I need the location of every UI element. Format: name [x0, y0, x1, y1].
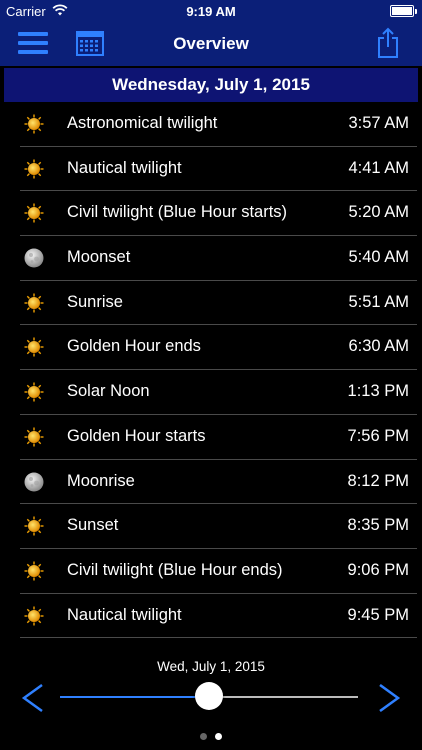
event-time: 9:06 PM — [347, 560, 409, 579]
list-item[interactable]: Civil twilight (Blue Hour starts) 5:20 AM — [20, 191, 417, 237]
sun-icon — [24, 561, 44, 581]
event-label: Astronomical twilight — [67, 114, 218, 132]
page-dot[interactable] — [215, 733, 222, 740]
date-slider-fill — [60, 696, 209, 698]
sun-icon — [24, 293, 44, 313]
chevron-left-icon[interactable] — [18, 681, 48, 715]
event-time: 8:35 PM — [347, 516, 409, 535]
page-indicator — [0, 727, 422, 745]
list-item[interactable]: Solar Noon 1:13 PM — [20, 370, 417, 415]
list-item[interactable]: Sunset 8:35 PM — [20, 504, 417, 549]
event-label: Civil twilight (Blue Hour starts) — [67, 203, 288, 222]
events-list: Astronomical twilight 3:57 AM Nautical twi… — [0, 102, 422, 639]
event-time: 1:13 PM — [347, 382, 409, 401]
sun-icon — [24, 606, 44, 626]
list-item[interactable]: Civil twilight (Blue Hour ends) 9:06 PM — [20, 549, 417, 594]
event-time: 5:51 AM — [348, 292, 409, 311]
battery-icon — [390, 5, 417, 17]
list-item[interactable]: Nautical twilight 9:45 PM — [20, 594, 417, 639]
event-time: 5:20 AM — [348, 203, 409, 222]
event-time: 4:41 AM — [348, 158, 409, 177]
page-title: Overview — [173, 34, 249, 53]
date-slider-thumb[interactable] — [195, 682, 223, 710]
list-item[interactable]: Golden Hour ends 6:30 AM — [20, 325, 417, 371]
sun-icon — [24, 337, 44, 357]
event-label: Nautical twilight — [67, 605, 182, 624]
status-bar: Carrier 9:19 AM — [0, 0, 422, 22]
event-label: Moonset — [67, 248, 131, 267]
event-label: Solar Noon — [67, 382, 150, 401]
sun-icon — [24, 159, 44, 179]
chevron-right-icon[interactable] — [374, 681, 404, 715]
moon-icon — [24, 248, 44, 268]
nav-bar: Overview — [0, 22, 422, 66]
date-header: Wednesday, July 1, 2015 — [4, 68, 418, 102]
list-item[interactable]: Sunrise 5:51 AM — [20, 281, 417, 326]
event-time: 8:12 PM — [347, 471, 409, 490]
event-label: Golden Hour ends — [67, 337, 201, 356]
list-item[interactable]: Astronomical twilight 3:57 AM — [20, 102, 417, 147]
event-label: Moonrise — [67, 471, 135, 490]
page-dot[interactable] — [200, 733, 207, 740]
list-item[interactable]: Moonset 5:40 AM — [20, 236, 417, 281]
event-time: 9:45 PM — [347, 605, 409, 624]
sun-icon — [24, 203, 44, 223]
sun-icon — [24, 382, 44, 402]
sun-icon — [24, 114, 44, 134]
sun-icon — [24, 427, 44, 447]
list-item[interactable]: Nautical twilight 4:41 AM — [20, 147, 417, 192]
event-label: Civil twilight (Blue Hour ends) — [67, 560, 283, 579]
status-time: 9:19 AM — [186, 4, 236, 19]
event-label: Nautical twilight — [67, 158, 182, 177]
slider-date-label: Wed, July 1, 2015 — [157, 659, 265, 674]
event-time: 3:57 AM — [348, 114, 409, 132]
event-label: Sunset — [67, 516, 119, 535]
event-time: 7:56 PM — [347, 426, 409, 445]
list-item[interactable]: Golden Hour starts 7:56 PM — [20, 415, 417, 460]
event-label: Sunrise — [67, 292, 123, 311]
event-time: 5:40 AM — [348, 248, 409, 267]
sun-icon — [24, 516, 44, 536]
share-icon[interactable] — [376, 27, 400, 59]
moon-icon — [24, 472, 44, 492]
list-item[interactable]: Moonrise 8:12 PM — [20, 460, 417, 505]
event-time: 6:30 AM — [348, 337, 409, 356]
event-label: Golden Hour starts — [67, 426, 206, 445]
